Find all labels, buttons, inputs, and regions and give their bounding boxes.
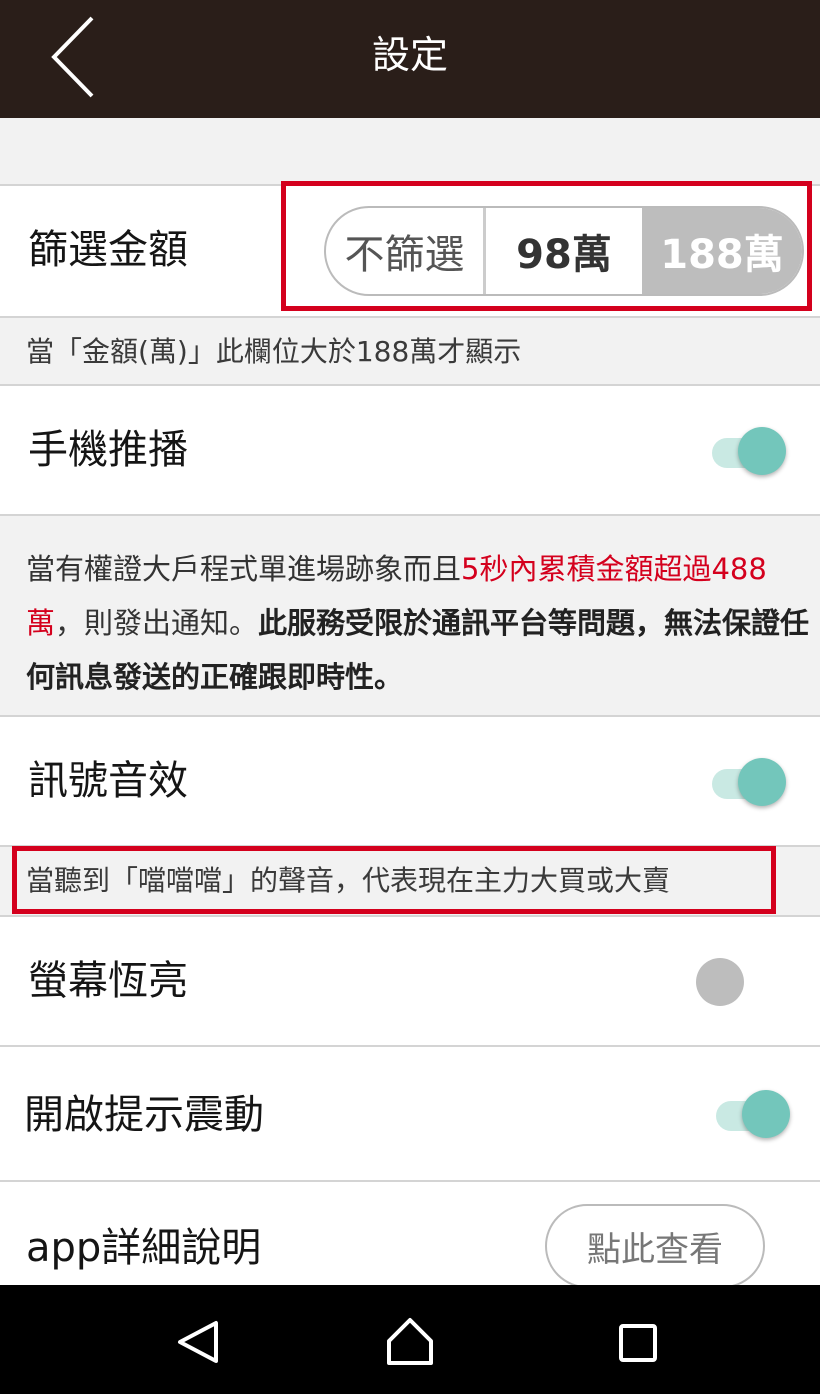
app-header: 設定: [0, 0, 820, 118]
push-desc-text-2: ，則發出通知。: [55, 606, 259, 640]
filter-option-none[interactable]: 不篩選: [326, 208, 486, 294]
filter-option-98[interactable]: 98萬: [486, 208, 642, 294]
sound-row: 訊號音效: [0, 715, 820, 847]
toggle-knob: [696, 958, 744, 1006]
vibrate-row: 開啟提示震動: [0, 1045, 820, 1182]
screen-on-toggle[interactable]: [696, 955, 776, 1011]
push-label: 手機推播: [28, 427, 188, 473]
filter-note-text: 當「金額(萬)」此欄位大於188萬才顯示: [26, 335, 522, 368]
view-details-button[interactable]: 點此查看: [545, 1204, 765, 1288]
app-help-label: app詳細說明: [26, 1225, 262, 1271]
push-description-text: 當有權證大戶程式單進場跡象而且5秒內累積金額超過488萬，則發出通知。此服務受限…: [26, 542, 816, 704]
sound-highlight-box: [12, 846, 776, 914]
screen-on-row: 螢幕恆亮: [0, 915, 820, 1047]
toggle-knob: [738, 758, 786, 806]
filter-amount-segmented: 不篩選 98萬 188萬: [324, 206, 804, 296]
filter-note: 當「金額(萬)」此欄位大於188萬才顯示: [0, 316, 820, 386]
nav-recents-button[interactable]: [603, 1305, 673, 1375]
push-desc-text: 當有權證大戶程式單進場跡象而且: [26, 552, 462, 586]
home-icon: [387, 1318, 433, 1365]
vibrate-label: 開啟提示震動: [24, 1092, 264, 1138]
nav-back-button[interactable]: [162, 1305, 232, 1375]
push-row: 手機推播: [0, 384, 820, 516]
vibrate-toggle[interactable]: [716, 1087, 792, 1143]
page-title: 設定: [371, 33, 448, 77]
back-triangle-icon: [178, 1321, 218, 1363]
filter-amount-label: 篩選金額: [28, 227, 188, 273]
system-nav-bar: [0, 1285, 820, 1394]
toggle-knob: [738, 427, 786, 475]
push-toggle[interactable]: [712, 424, 788, 480]
sound-label: 訊號音效: [28, 758, 188, 804]
nav-home-button[interactable]: [375, 1305, 445, 1375]
filter-option-188[interactable]: 188萬: [642, 208, 802, 294]
toggle-knob: [742, 1090, 790, 1138]
sound-toggle[interactable]: [712, 755, 788, 811]
push-description: 當有權證大戶程式單進場跡象而且5秒內累積金額超過488萬，則發出通知。此服務受限…: [0, 514, 820, 717]
screen-on-label: 螢幕恆亮: [28, 958, 188, 1004]
recents-square-icon: [619, 1324, 657, 1362]
